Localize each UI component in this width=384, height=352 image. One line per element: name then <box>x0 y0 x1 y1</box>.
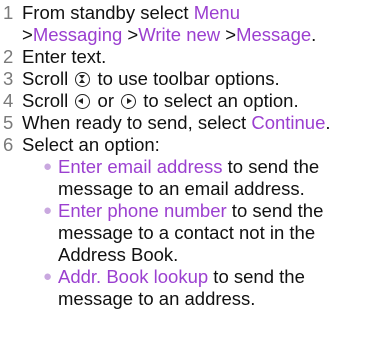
message-link[interactable]: Message <box>236 24 311 45</box>
step-end: . <box>325 112 331 133</box>
nav-left-icon <box>75 94 91 109</box>
path-separator: > <box>220 24 237 45</box>
nav-right-icon <box>121 94 137 109</box>
step-number: 5 <box>3 112 14 133</box>
option-list: ● Enter email address to send the messag… <box>22 156 384 310</box>
bullet-icon: ● <box>43 158 53 175</box>
step-3: 3 Scroll to use toolbar options. <box>0 68 384 90</box>
step-2: 2 Enter text. <box>0 46 384 68</box>
step-text: to select an option. <box>138 90 299 111</box>
addr-book-link[interactable]: Addr. Book lookup <box>58 266 208 287</box>
option-item: ● Addr. Book lookup to send the message … <box>42 266 384 310</box>
step-text: When ready to send, select <box>22 112 252 133</box>
option-item: ● Enter email address to send the messag… <box>42 156 384 200</box>
enter-phone-link[interactable]: Enter phone number <box>58 200 227 221</box>
path-separator: > <box>122 24 139 45</box>
step-text: From standby select <box>22 2 194 23</box>
instruction-page: 1 From standby select Menu >Messaging >W… <box>0 0 384 352</box>
path-separator: > <box>22 24 33 45</box>
option-item: ● Enter phone number to send the message… <box>42 200 384 266</box>
step-text: Enter text. <box>22 46 107 67</box>
step-number: 2 <box>3 46 14 67</box>
step-text: Scroll <box>22 90 74 111</box>
step-number: 6 <box>3 134 14 155</box>
step-text: Select an option: <box>22 134 160 155</box>
bullet-icon: ● <box>43 268 53 285</box>
step-number: 3 <box>3 68 14 89</box>
step-4: 4 Scroll or to select an option. <box>0 90 384 112</box>
step-1: 1 From standby select Menu >Messaging >W… <box>0 2 384 46</box>
step-5: 5 When ready to send, select Continue. <box>0 112 384 134</box>
enter-email-link[interactable]: Enter email address <box>58 156 223 177</box>
step-number: 1 <box>3 2 14 23</box>
step-number: 4 <box>3 90 14 111</box>
steps-list: 1 From standby select Menu >Messaging >W… <box>0 2 384 310</box>
step-text: Scroll <box>22 68 74 89</box>
step-text: to use toolbar options. <box>92 68 280 89</box>
step-end: . <box>311 24 317 45</box>
menu-link[interactable]: Menu <box>194 2 240 23</box>
step-text: or <box>92 90 120 111</box>
continue-link[interactable]: Continue <box>251 112 325 133</box>
step-6: 6 Select an option: ● Enter email addres… <box>0 134 384 310</box>
bullet-icon: ● <box>43 202 53 219</box>
nav-updown-icon <box>75 72 91 87</box>
messaging-link[interactable]: Messaging <box>33 24 122 45</box>
write-new-link[interactable]: Write new <box>138 24 220 45</box>
